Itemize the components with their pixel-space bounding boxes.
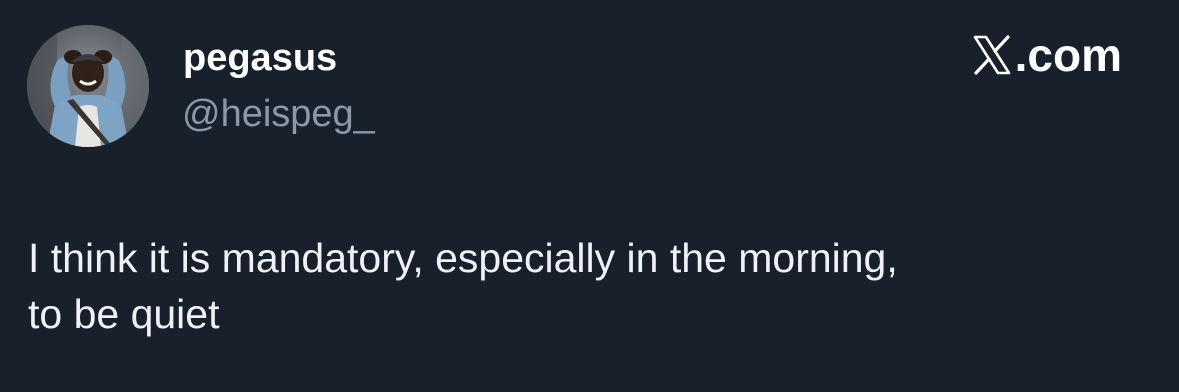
profile-photo [27, 25, 149, 147]
x-logo-icon [973, 35, 1011, 75]
display-name[interactable]: pegasus [183, 36, 337, 80]
tweet-text-line: to be quiet [28, 291, 220, 337]
x-dot-com-brand: .com [973, 30, 1122, 80]
brand-label: .com [1014, 29, 1122, 81]
tweet-card: pegasus @heispeg_ .com I think it is man… [0, 0, 1179, 392]
tweet-text: I think it is mandatory, especially in t… [28, 230, 1138, 342]
avatar[interactable] [27, 25, 149, 147]
tweet-text-line: I think it is mandatory, especially in t… [28, 235, 898, 281]
user-handle[interactable]: @heispeg_ [182, 92, 375, 136]
